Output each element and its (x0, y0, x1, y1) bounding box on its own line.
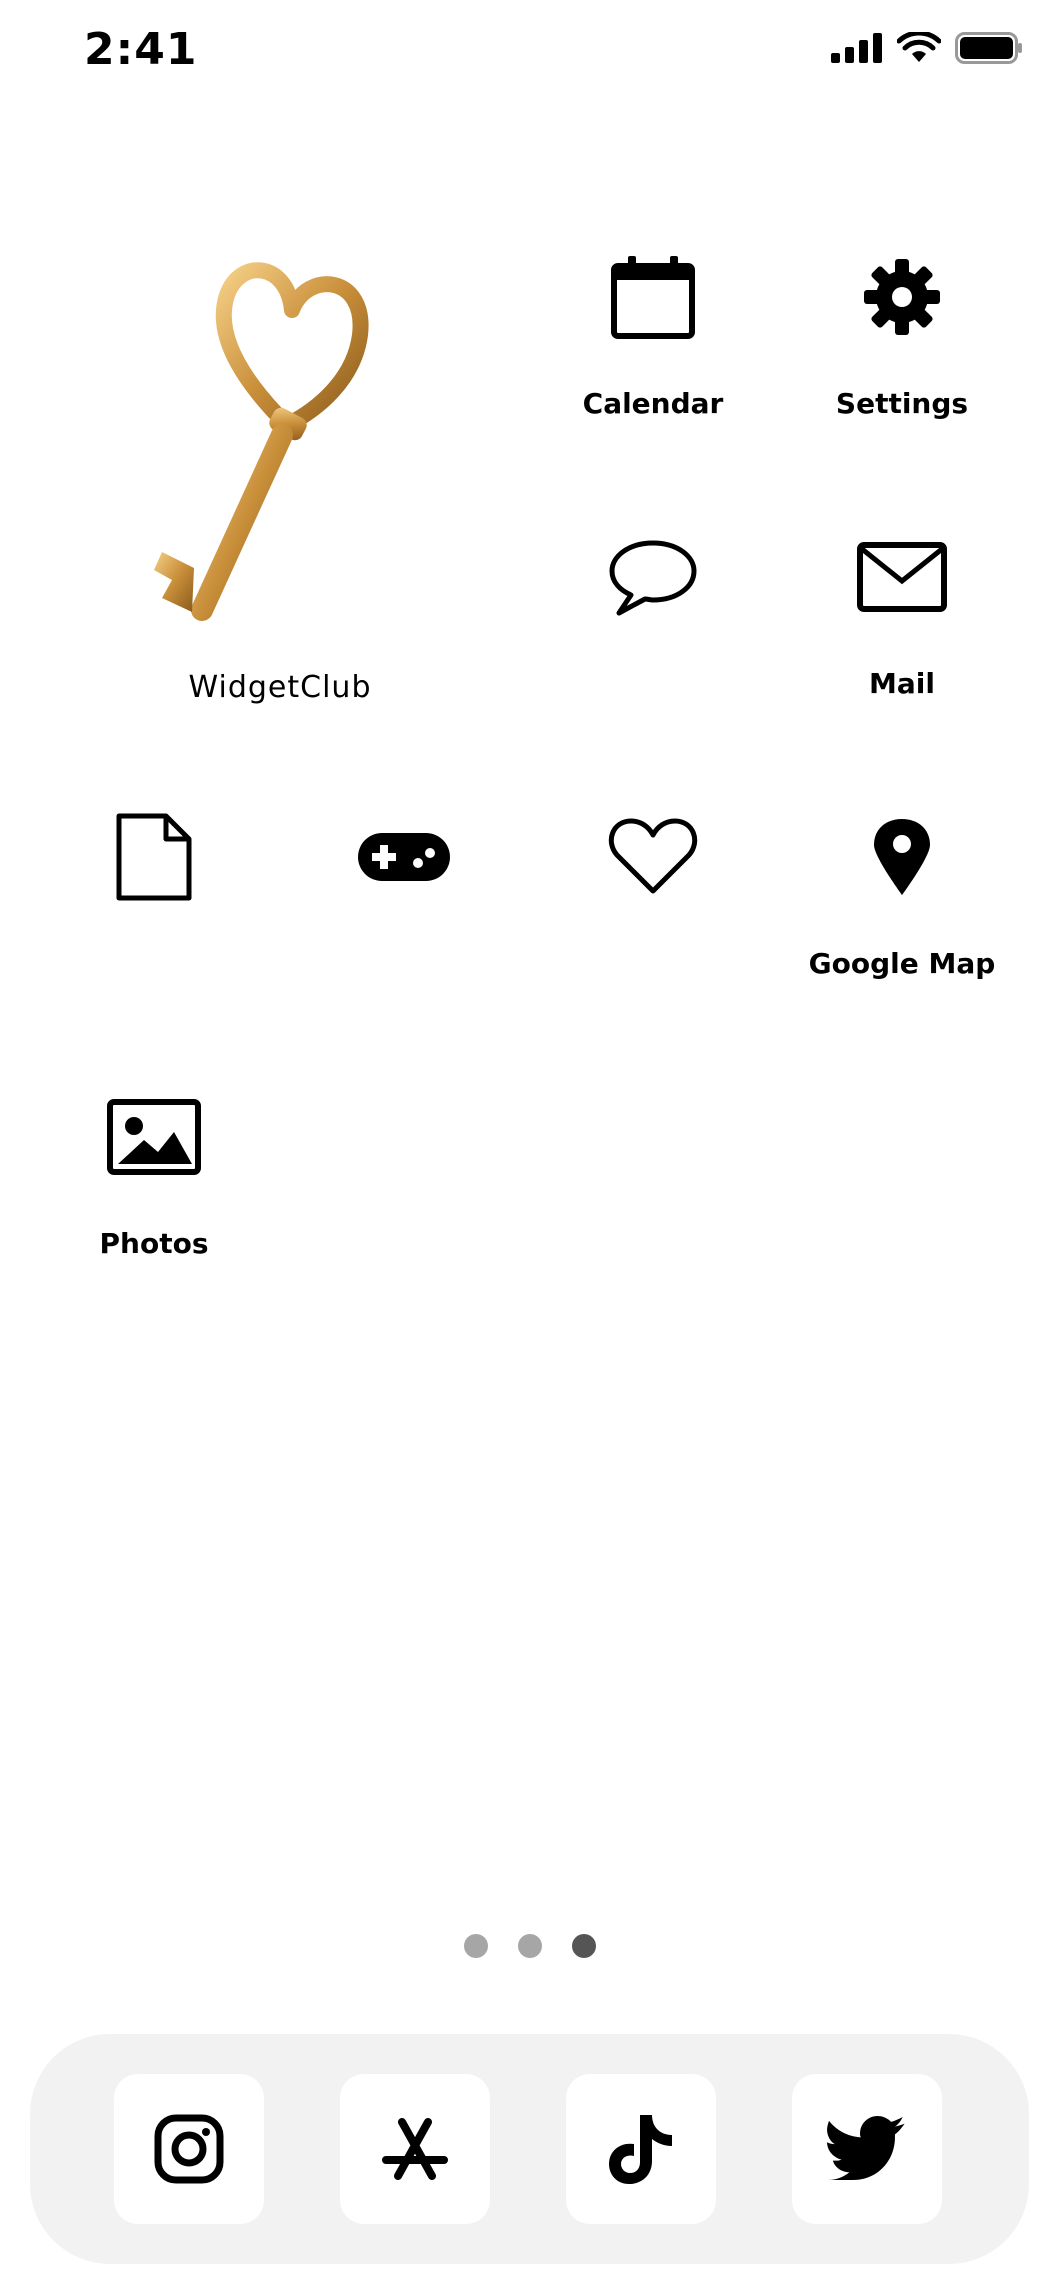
gear-icon (852, 247, 952, 347)
app-games[interactable] (304, 807, 504, 981)
app-mail[interactable]: Mail (802, 527, 1002, 701)
dock-app-twitter[interactable] (792, 2074, 942, 2224)
widgetclub-widget[interactable]: WidgetClub (40, 230, 520, 710)
app-label-settings: Settings (835, 387, 969, 420)
heart-icon (603, 807, 703, 907)
app-label-mail: Mail (869, 667, 935, 700)
app-label-google-map: Google Map (808, 947, 996, 980)
game-controller-icon (354, 807, 454, 907)
wifi-icon (897, 32, 941, 62)
app-settings[interactable]: Settings (802, 247, 1002, 421)
status-icons (831, 32, 1023, 64)
app-label-photos: Photos (99, 1227, 209, 1260)
page-indicator[interactable] (0, 1934, 1059, 1958)
app-label-games (304, 947, 504, 981)
dock-app-instagram[interactable] (114, 2074, 264, 2224)
dock-app-app-store[interactable] (340, 2074, 490, 2224)
app-messages[interactable] (553, 527, 753, 701)
app-label-health (553, 947, 753, 981)
twitter-icon (827, 2116, 905, 2181)
app-label-messages (553, 667, 753, 701)
speech-bubble-icon (603, 527, 703, 627)
gold-heart-key-image (154, 262, 369, 621)
photo-icon (104, 1087, 204, 1187)
app-label-files (54, 947, 254, 981)
dock (30, 2034, 1029, 2264)
instagram-icon (154, 2114, 224, 2184)
widget-label: WidgetClub (188, 670, 372, 705)
mail-icon (852, 527, 952, 627)
document-icon (104, 807, 204, 907)
app-health[interactable] (553, 807, 753, 981)
battery-icon (955, 32, 1022, 64)
tiktok-icon (609, 2115, 672, 2184)
map-pin-icon (852, 807, 952, 907)
signal-icon (831, 33, 882, 63)
app-photos[interactable]: Photos (54, 1087, 254, 1261)
status-time: 2:41 (84, 24, 198, 75)
app-files[interactable] (54, 807, 254, 981)
app-calendar[interactable]: Calendar (553, 247, 753, 421)
app-google-map[interactable]: Google Map (802, 807, 1002, 981)
page-dot-1[interactable] (463, 1934, 488, 1958)
page-dot-3-active[interactable] (571, 1934, 596, 1958)
app-store-icon (382, 2118, 448, 2180)
page-dot-2[interactable] (517, 1934, 542, 1958)
app-label-calendar: Calendar (582, 387, 724, 420)
dock-app-tiktok[interactable] (566, 2074, 716, 2224)
calendar-icon (603, 247, 703, 347)
